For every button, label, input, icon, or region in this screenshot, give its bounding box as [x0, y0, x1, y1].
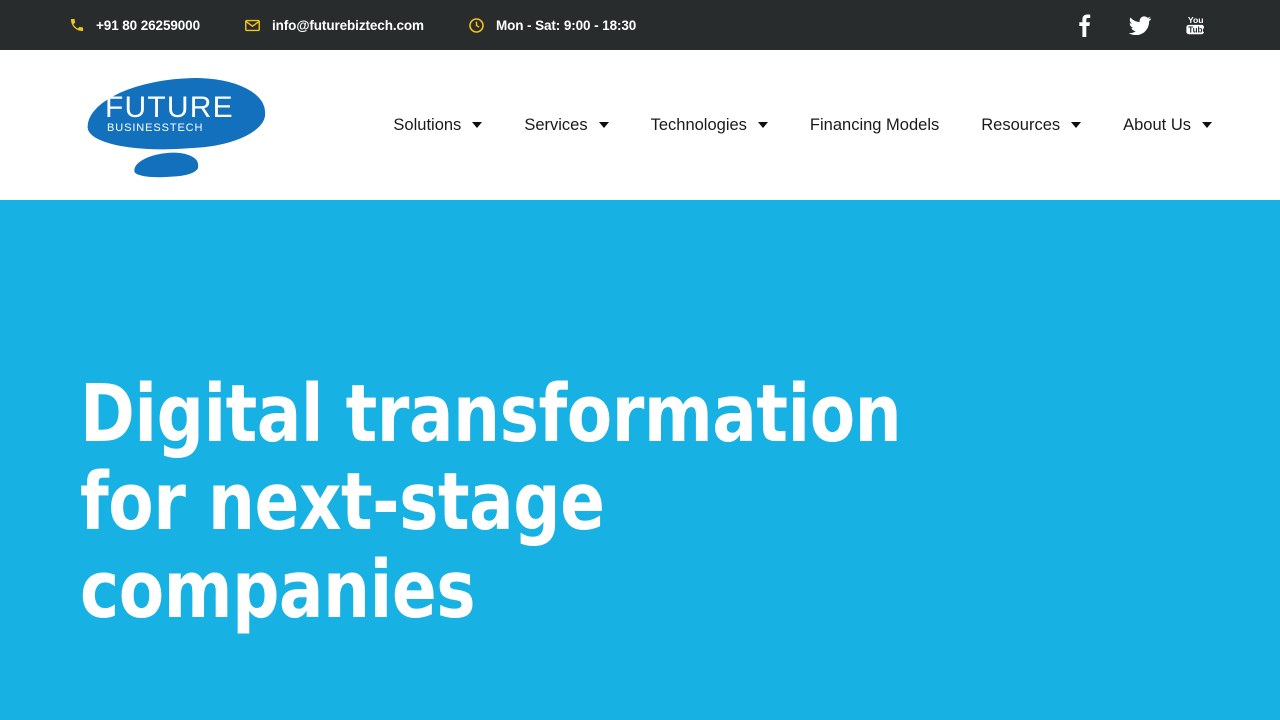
- main-navigation: Solutions Services Technologies Financin…: [393, 116, 1212, 135]
- nav-label-solutions: Solutions: [393, 115, 462, 134]
- nav-item-financing-models[interactable]: Financing Models: [810, 116, 939, 135]
- nav-label-financing-models: Financing Models: [809, 115, 940, 134]
- chevron-down-icon: [1202, 122, 1212, 128]
- contact-phone[interactable]: +91 80 26259000: [68, 16, 200, 34]
- nav-item-resources[interactable]: Resources: [981, 115, 1082, 135]
- nav-label-technologies: Technologies: [650, 115, 747, 134]
- logo-tail-shape: [133, 150, 199, 180]
- social-links: You Tube: [1072, 0, 1208, 50]
- contact-hours: Mon - Sat: 9:00 - 18:30: [468, 16, 636, 34]
- chevron-down-icon: [1071, 122, 1082, 128]
- site-logo[interactable]: FUTURE BUSINESSTECH: [82, 69, 267, 181]
- twitter-icon[interactable]: [1128, 12, 1152, 38]
- nav-label-services: Services: [524, 115, 588, 134]
- contact-email-text: info@futurebiztech.com: [271, 17, 424, 33]
- nav-item-services[interactable]: Services: [524, 115, 609, 135]
- chevron-down-icon: [598, 122, 609, 128]
- contact-email[interactable]: info@futurebiztech.com: [244, 16, 424, 34]
- envelope-icon: [244, 16, 262, 34]
- nav-item-about-us[interactable]: About Us: [1123, 116, 1212, 135]
- contact-info-group: +91 80 26259000 info@futurebiztech.com M…: [68, 16, 680, 34]
- logo-subword: BUSINESSTECH: [107, 122, 204, 134]
- nav-label-resources: Resources: [981, 115, 1061, 134]
- nav-item-solutions[interactable]: Solutions: [393, 115, 483, 135]
- youtube-icon[interactable]: You Tube: [1184, 12, 1208, 38]
- logo-wordmark: FUTURE: [105, 91, 234, 124]
- nav-item-technologies[interactable]: Technologies: [651, 116, 768, 135]
- svg-text:You: You: [1188, 15, 1204, 25]
- svg-text:Tube: Tube: [1188, 25, 1207, 34]
- site-header: FUTURE BUSINESSTECH Solutions Services T…: [0, 50, 1280, 200]
- chevron-down-icon: [472, 122, 483, 128]
- phone-icon: [68, 16, 86, 34]
- hero-heading: Digital transformation for next-stage co…: [80, 368, 902, 636]
- chevron-down-icon: [757, 122, 768, 128]
- clock-icon: [468, 16, 486, 34]
- contact-hours-text: Mon - Sat: 9:00 - 18:30: [495, 17, 637, 33]
- hero-section: Digital transformation for next-stage co…: [0, 200, 1280, 720]
- top-contact-bar: +91 80 26259000 info@futurebiztech.com M…: [0, 0, 1280, 50]
- contact-phone-text: +91 80 26259000: [96, 17, 200, 33]
- facebook-icon[interactable]: [1072, 12, 1096, 38]
- nav-label-about-us: About Us: [1123, 115, 1191, 134]
